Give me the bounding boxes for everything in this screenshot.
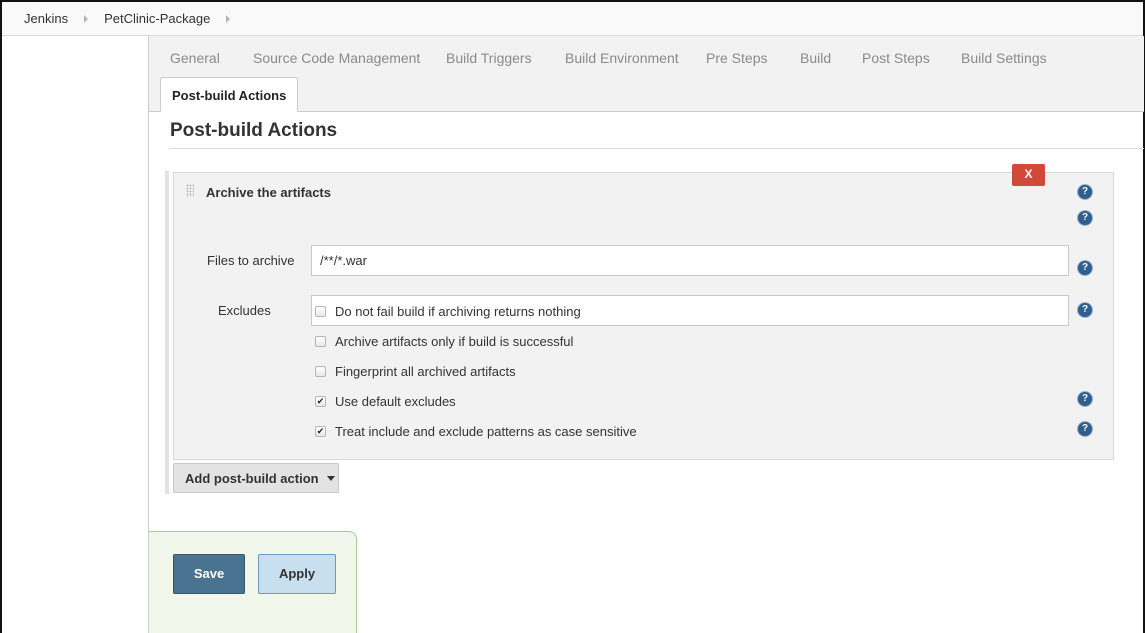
add-post-build-action-label: Add post-build action: [185, 470, 319, 486]
save-button[interactable]: Save: [173, 554, 245, 594]
option-fingerprint[interactable]: Fingerprint all archived artifacts: [315, 364, 516, 379]
option-allow-empty-archive[interactable]: Do not fail build if archiving returns n…: [315, 304, 581, 319]
checkbox[interactable]: [315, 366, 326, 377]
tab-bar: General Source Code Management Build Tri…: [149, 36, 1144, 112]
tab-post-steps[interactable]: Post Steps: [862, 50, 930, 66]
files-to-archive-input[interactable]: /**/*.war: [311, 245, 1069, 276]
tab-build[interactable]: Build: [800, 50, 831, 66]
option-only-if-successful[interactable]: Archive artifacts only if build is succe…: [315, 334, 573, 349]
excludes-label: Excludes: [218, 303, 271, 318]
title-divider: [169, 148, 1144, 149]
config-panel: General Source Code Management Build Tri…: [148, 36, 1144, 633]
checkbox[interactable]: ✔: [315, 426, 326, 437]
checkbox-label: Treat include and exclude patterns as ca…: [335, 424, 637, 439]
tab-pre-steps[interactable]: Pre Steps: [706, 50, 767, 66]
breadcrumb-separator-icon[interactable]: [84, 14, 89, 23]
apply-button[interactable]: Apply: [258, 554, 336, 594]
tab-general[interactable]: General: [170, 50, 220, 66]
tab-build-triggers[interactable]: Build Triggers: [446, 50, 532, 66]
checkbox-label: Archive artifacts only if build is succe…: [335, 334, 574, 349]
bottom-sticky-panel: Save Apply: [149, 531, 357, 633]
checkbox-label: Do not fail build if archiving returns n…: [335, 304, 581, 319]
step-side-bar: [165, 171, 169, 494]
tab-build-environment[interactable]: Build Environment: [565, 50, 679, 66]
help-icon[interactable]: ?: [1078, 303, 1092, 317]
tab-post-build-actions[interactable]: Post-build Actions: [160, 77, 299, 112]
option-case-sensitive[interactable]: ✔ Treat include and exclude patterns as …: [315, 424, 637, 439]
breadcrumb-jenkins[interactable]: Jenkins: [24, 11, 68, 26]
checkbox-label: Fingerprint all archived artifacts: [335, 364, 516, 379]
breadcrumb-job[interactable]: PetClinic-Package: [104, 11, 210, 26]
checkbox[interactable]: [315, 336, 326, 347]
help-icon[interactable]: ?: [1078, 392, 1092, 406]
drag-handle-icon[interactable]: [186, 184, 194, 197]
breadcrumb: Jenkins PetClinic-Package: [2, 2, 1143, 36]
help-icon[interactable]: ?: [1078, 211, 1092, 225]
help-icon[interactable]: ?: [1078, 185, 1092, 199]
breadcrumb-separator-icon[interactable]: [226, 14, 231, 23]
checkbox[interactable]: ✔: [315, 396, 326, 407]
tab-source-code-management[interactable]: Source Code Management: [253, 50, 420, 66]
help-icon[interactable]: ?: [1078, 422, 1092, 436]
step-title: Archive the artifacts: [206, 185, 331, 200]
help-icon[interactable]: ?: [1078, 261, 1092, 275]
add-post-build-action-button[interactable]: Add post-build action: [173, 463, 339, 493]
tab-build-settings[interactable]: Build Settings: [961, 50, 1047, 66]
files-to-archive-label: Files to archive: [207, 253, 295, 268]
delete-step-button[interactable]: X: [1012, 164, 1045, 186]
section-title: Post-build Actions: [170, 120, 338, 141]
checkbox[interactable]: [315, 306, 326, 317]
option-default-excludes[interactable]: ✔ Use default excludes: [315, 394, 456, 409]
checkbox-label: Use default excludes: [335, 394, 456, 409]
caret-down-icon: [326, 475, 335, 481]
